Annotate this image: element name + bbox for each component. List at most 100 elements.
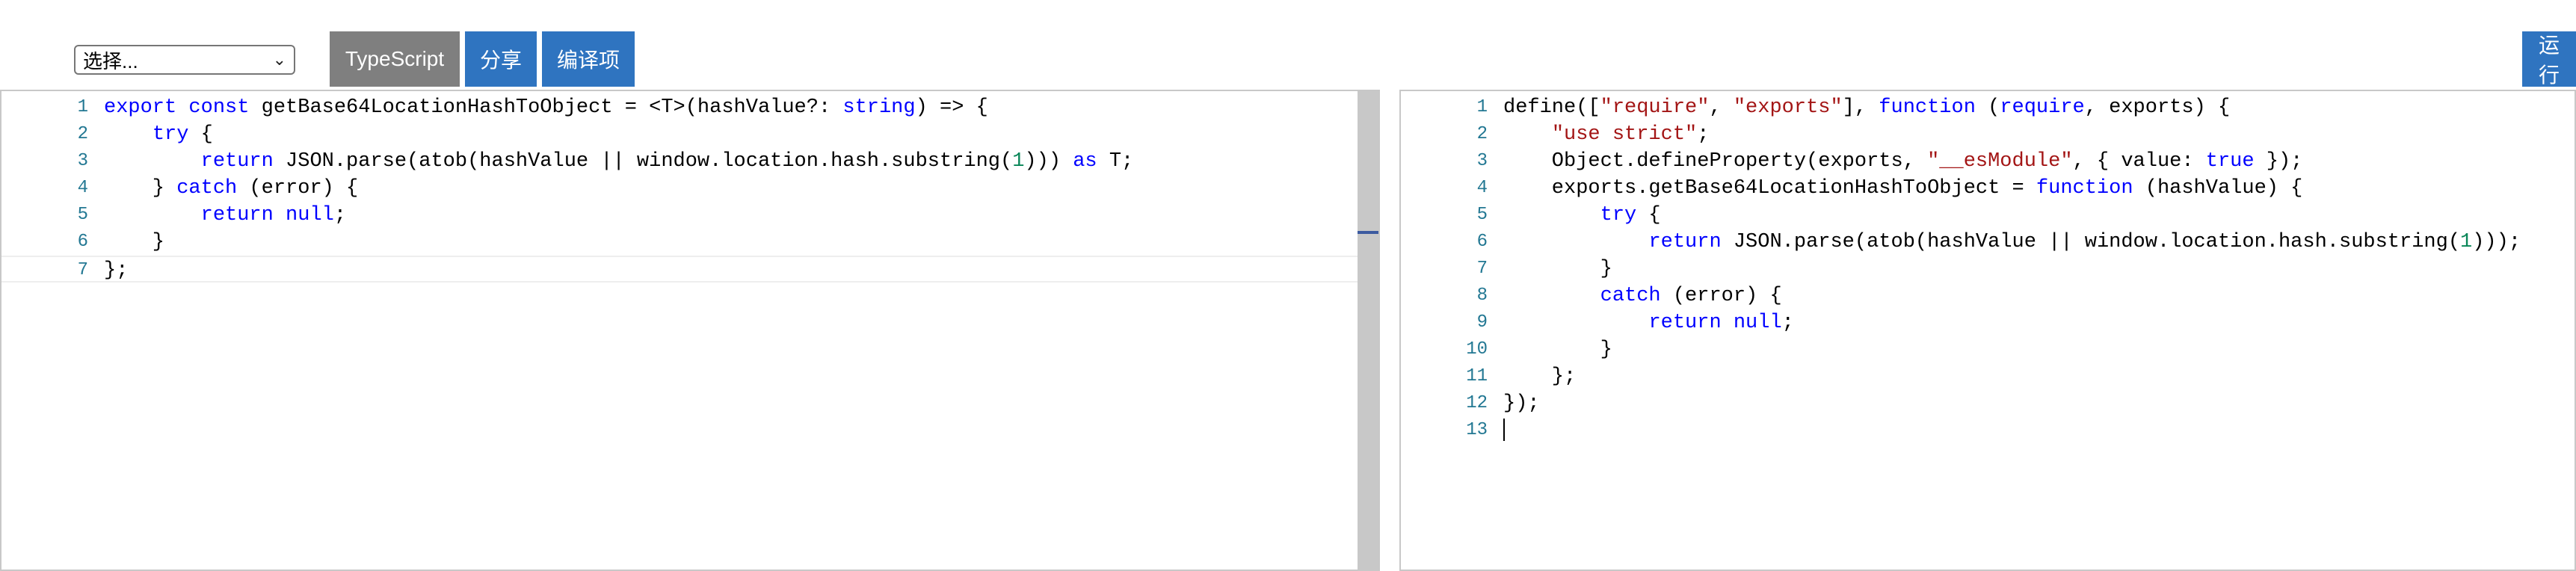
code-line[interactable]: 10 } — [1401, 336, 2575, 363]
run-button[interactable]: 运行 — [2522, 31, 2576, 87]
code-text[interactable]: } — [1503, 256, 1612, 283]
code-text[interactable] — [1503, 417, 1505, 444]
code-token: exports.getBase64LocationHashToObject = — [1503, 177, 2036, 200]
code-token: as — [1073, 150, 1097, 173]
code-token: catch — [1600, 285, 1661, 307]
code-text[interactable]: } — [104, 229, 164, 256]
line-number: 9 — [1476, 312, 1488, 333]
code-text[interactable]: Object.defineProperty(exports, "__esModu… — [1503, 148, 2303, 175]
code-line[interactable]: 3 Object.defineProperty(exports, "__esMo… — [1401, 148, 2575, 175]
code-line[interactable]: 9 return null; — [1401, 309, 2575, 336]
code-text[interactable]: return JSON.parse(atob(hashValue || wind… — [104, 148, 1134, 175]
line-number: 10 — [1466, 339, 1488, 359]
code-text[interactable]: }; — [104, 257, 128, 284]
code-token: ( — [1975, 96, 2000, 119]
line-number: 4 — [1476, 178, 1488, 198]
code-line[interactable]: 7}; — [1, 256, 1378, 283]
line-number: 2 — [1476, 124, 1488, 144]
code-token: ))); — [2472, 231, 2521, 253]
code-line[interactable]: 8 catch (error) { — [1401, 283, 2575, 309]
code-line[interactable]: 12}); — [1401, 390, 2575, 417]
code-token: define([ — [1503, 96, 1600, 119]
code-line[interactable]: 4 } catch (error) { — [1, 175, 1378, 202]
compiler-options-button[interactable]: 编译项 — [542, 31, 635, 87]
code-token: JSON.parse(atob(hashValue || window.loca… — [273, 150, 1013, 173]
source-editor[interactable]: 1 export const getBase64LocationHashToObj… — [0, 90, 1380, 571]
code-line[interactable]: 7 } — [1401, 256, 2575, 283]
code-token: JSON.parse(atob(hashValue || window.loca… — [1721, 231, 2461, 253]
code-line[interactable]: 6 } — [1, 229, 1378, 256]
line-number: 8 — [1476, 286, 1488, 306]
code-token: , — [1709, 96, 1734, 119]
code-token: catch — [176, 177, 238, 200]
code-line[interactable]: 5 return null; — [1, 202, 1378, 229]
code-token: Object.defineProperty(exports, — [1503, 150, 1928, 173]
code-token: ; — [333, 204, 347, 226]
line-number: 5 — [77, 205, 88, 225]
language-button[interactable]: TypeScript — [330, 31, 460, 87]
code-token: "__esModule" — [1927, 150, 2073, 173]
code-line[interactable]: 5 try { — [1401, 202, 2575, 229]
code-line[interactable]: 6 return JSON.parse(atob(hashValue || wi… — [1401, 229, 2575, 256]
code-line[interactable]: 3 return JSON.parse(atob(hashValue || wi… — [1, 148, 1378, 175]
line-number: 7 — [1476, 259, 1488, 279]
code-text[interactable]: }); — [1503, 390, 1540, 417]
line-number: 11 — [1466, 366, 1488, 386]
code-token: }); — [1503, 392, 1540, 415]
code-text[interactable]: return JSON.parse(atob(hashValue || wind… — [1503, 229, 2521, 256]
code-text[interactable]: export const getBase64LocationHashToObje… — [104, 94, 988, 121]
line-number: 4 — [77, 178, 88, 198]
share-button[interactable]: 分享 — [465, 31, 537, 87]
code-line[interactable]: 13 — [1401, 417, 2575, 444]
source-code[interactable]: 1 export const getBase64LocationHashToObj… — [1, 94, 1378, 283]
code-text[interactable]: define(["require", "exports"], function … — [1503, 94, 2230, 121]
code-text[interactable]: } — [1503, 336, 1612, 363]
output-editor[interactable]: 1 define(["require", "exports"], function… — [1399, 90, 2576, 571]
code-text[interactable]: try { — [1503, 202, 1661, 229]
code-token: (error) { — [237, 177, 359, 200]
code-line[interactable]: 2 "use strict"; — [1401, 121, 2575, 148]
code-token: { — [1636, 204, 1661, 226]
code-token: try — [1600, 204, 1637, 226]
code-line[interactable]: 4 exports.getBase64LocationHashToObject … — [1401, 175, 2575, 202]
code-line[interactable]: 11 }; — [1401, 363, 2575, 390]
code-text[interactable]: return null; — [1503, 309, 1794, 336]
code-line[interactable]: 1 export const getBase64LocationHashToObj… — [1, 94, 1378, 121]
editor-scrollbar[interactable] — [1358, 91, 1378, 570]
code-token: function — [2036, 177, 2133, 200]
code-token: return — [1648, 312, 1722, 334]
code-token: "require" — [1600, 96, 1710, 119]
code-token: try — [152, 123, 189, 146]
code-token: ; — [1781, 312, 1794, 334]
code-token: const — [188, 96, 250, 119]
code-token: null — [1733, 312, 1782, 334]
code-token: return — [200, 150, 274, 173]
code-line[interactable]: 1 define(["require", "exports"], function… — [1401, 94, 2575, 121]
output-code[interactable]: 1 define(["require", "exports"], function… — [1401, 94, 2575, 444]
code-token: (hashValue) { — [2133, 177, 2303, 200]
code-text[interactable]: try { — [104, 121, 213, 148]
code-token: ) => { — [915, 96, 988, 119]
code-text[interactable]: "use strict"; — [1503, 121, 1710, 148]
example-select[interactable]: 选择... ⌄ — [74, 45, 295, 75]
toolbar: 选择... ⌄ TypeScript 分享 编译项 运行 — [0, 0, 2576, 90]
code-text[interactable]: }; — [1503, 363, 1576, 390]
code-token: 1 — [2460, 231, 2473, 253]
line-number: 6 — [77, 232, 88, 252]
code-token: require — [2000, 96, 2085, 119]
code-text[interactable]: catch (error) { — [1503, 283, 1782, 309]
code-token: } — [104, 177, 177, 200]
code-line[interactable]: 2 try { — [1, 121, 1378, 148]
code-token: T; — [1097, 150, 1134, 173]
code-text[interactable]: } catch (error) { — [104, 175, 358, 202]
code-token: string — [842, 96, 916, 119]
code-text[interactable]: exports.getBase64LocationHashToObject = … — [1503, 175, 2303, 202]
code-token: ], — [1842, 96, 1879, 119]
code-token: , exports) { — [2084, 96, 2231, 119]
code-text[interactable]: return null; — [104, 202, 346, 229]
